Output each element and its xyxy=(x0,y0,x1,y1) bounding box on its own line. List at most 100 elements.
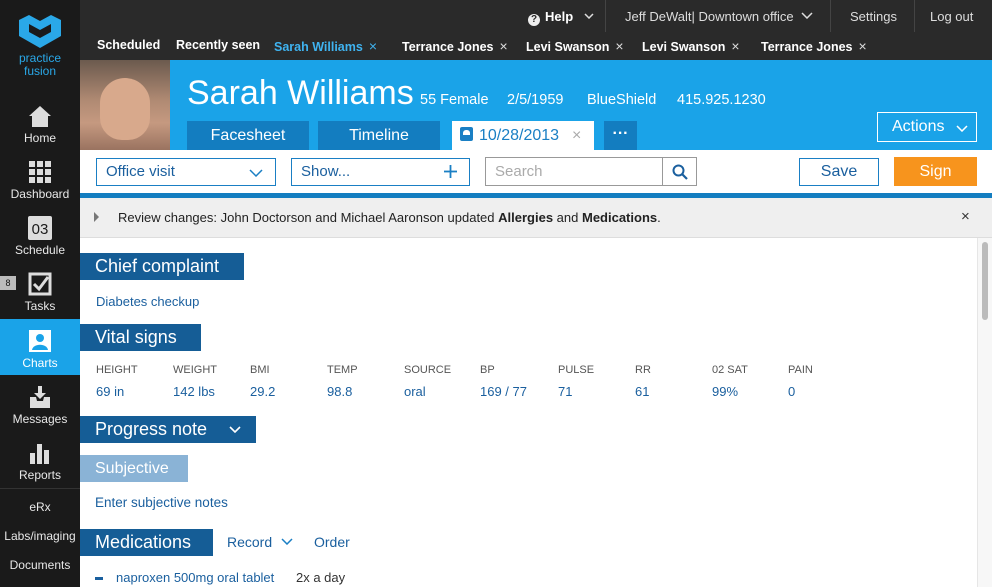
user-office-label: Jeff DeWalt| Downtown office xyxy=(625,9,794,24)
patient-photo xyxy=(80,60,170,150)
medications-header[interactable]: Medications xyxy=(80,529,213,556)
patient-insurance: BlueShield xyxy=(587,92,657,108)
close-icon[interactable]: × xyxy=(615,38,623,54)
order-medication-link[interactable]: Order xyxy=(314,534,350,550)
encounter-toolbar: Office visit Show... Search Save Sign xyxy=(80,150,992,195)
tab-patient-levi-swanson[interactable]: Levi Swanson × xyxy=(526,38,624,54)
close-icon[interactable]: × xyxy=(572,121,581,150)
sign-button[interactable]: Sign xyxy=(894,157,977,186)
tab-encounter[interactable]: 10/28/2013 × xyxy=(452,121,594,150)
vital-value-pain[interactable]: 0 xyxy=(788,384,795,399)
chief-complaint-header[interactable]: Chief complaint xyxy=(80,253,244,280)
tab-recently-seen[interactable]: Recently seen xyxy=(176,38,260,52)
vital-value-height[interactable]: 69 in xyxy=(96,384,124,399)
chevron-down-icon xyxy=(956,125,968,132)
patient-dob: 2/5/1959 xyxy=(507,92,564,108)
patient-header: Sarah Williams 55 Female 2/5/1959 BlueSh… xyxy=(80,60,992,150)
vital-value-bmi[interactable]: 29.2 xyxy=(250,384,275,399)
content-scrollbar[interactable] xyxy=(977,238,992,587)
search-input[interactable]: Search xyxy=(485,157,663,186)
medication-item-name[interactable]: naproxen 500mg oral tablet xyxy=(116,570,274,585)
close-icon[interactable]: × xyxy=(961,208,970,225)
vital-label-o2-sat: 02 SAT xyxy=(712,364,748,376)
bar-chart-icon xyxy=(30,444,49,464)
calendar-day: 03 xyxy=(31,221,49,238)
inbox-icon xyxy=(30,386,50,408)
progress-note-header[interactable]: Progress note xyxy=(80,416,256,443)
nav-messages[interactable]: Messages xyxy=(0,375,80,431)
nav-documents[interactable]: Documents xyxy=(0,558,80,572)
tab-patient-terrance-jones[interactable]: Terrance Jones × xyxy=(402,38,508,54)
tab-scheduled[interactable]: Scheduled xyxy=(97,38,160,52)
scrollbar-thumb[interactable] xyxy=(982,242,988,320)
nav-dashboard[interactable]: Dashboard xyxy=(0,150,80,206)
vital-label-bp: BP xyxy=(480,364,495,376)
search-button[interactable] xyxy=(662,157,697,186)
vital-label-height: HEIGHT xyxy=(96,364,138,376)
patient-calendar-icon xyxy=(460,127,473,141)
nav-labs-imaging[interactable]: Labs/imaging xyxy=(0,529,80,543)
tab-patient-sarah-williams[interactable]: Sarah Williams × xyxy=(274,38,377,54)
nav-home[interactable]: Home xyxy=(0,94,80,150)
topbar-divider xyxy=(830,0,831,32)
vital-label-bmi: BMI xyxy=(250,364,270,376)
actions-dropdown[interactable]: Actions xyxy=(877,112,977,142)
left-nav-rail: practice fusion Home Dashboard 03 Schedu… xyxy=(0,0,80,587)
plus-icon xyxy=(444,165,457,178)
tab-label: Levi Swanson xyxy=(526,40,610,54)
help-label: Help xyxy=(545,9,574,24)
visit-type-value: Office visit xyxy=(106,163,175,180)
nav-reports[interactable]: Reports xyxy=(0,431,80,487)
nav-charts[interactable]: Charts xyxy=(0,319,80,375)
close-icon[interactable]: × xyxy=(731,38,739,54)
vital-label-rr: RR xyxy=(635,364,651,376)
practice-fusion-logo[interactable]: practice fusion xyxy=(0,0,80,90)
tab-patient-terrance-jones-2[interactable]: Terrance Jones × xyxy=(761,38,867,54)
help-icon: ? xyxy=(528,14,540,26)
rail-divider xyxy=(0,488,80,489)
review-prefix: Review changes: John Doctorson and Micha… xyxy=(118,210,499,225)
tab-label: Levi Swanson xyxy=(642,40,726,54)
vital-value-rr[interactable]: 61 xyxy=(635,384,649,399)
subjective-notes-input[interactable]: Enter subjective notes xyxy=(95,495,228,510)
nav-schedule[interactable]: 03 Schedule xyxy=(0,206,80,262)
subjective-header[interactable]: Subjective xyxy=(80,455,188,482)
close-icon[interactable]: × xyxy=(499,38,507,54)
tab-timeline[interactable]: Timeline xyxy=(318,121,440,150)
logo-mark-icon xyxy=(19,15,61,48)
review-item-allergies: Allergies xyxy=(498,210,554,225)
nav-erx[interactable]: eRx xyxy=(0,500,80,514)
nav-tasks[interactable]: Tasks xyxy=(0,262,80,318)
vital-value-pulse[interactable]: 71 xyxy=(558,384,572,399)
vital-label-pulse: PULSE xyxy=(558,364,595,376)
expand-triangle-icon[interactable] xyxy=(94,212,99,222)
vital-value-weight[interactable]: 142 lbs xyxy=(173,384,215,399)
chevron-down-icon xyxy=(249,169,263,177)
visit-type-select[interactable]: Office visit xyxy=(96,158,276,186)
vital-value-bp[interactable]: 169 / 77 xyxy=(480,384,527,399)
vital-value-source[interactable]: oral xyxy=(404,384,426,399)
chief-complaint-value[interactable]: Diabetes checkup xyxy=(96,294,199,309)
tab-patient-levi-swanson-2[interactable]: Levi Swanson × xyxy=(642,38,740,54)
close-icon[interactable]: × xyxy=(369,38,377,54)
tab-label: Terrance Jones xyxy=(761,40,853,54)
nav-messages-label: Messages xyxy=(12,412,68,426)
user-menu[interactable]: Jeff DeWalt| Downtown office xyxy=(625,9,813,24)
settings-link[interactable]: Settings xyxy=(850,9,897,24)
logout-link[interactable]: Log out xyxy=(930,9,973,24)
close-icon[interactable]: × xyxy=(858,38,866,54)
more-tabs-button[interactable]: ··· xyxy=(604,121,637,150)
vital-value-o2-sat[interactable]: 99% xyxy=(712,384,738,399)
save-button[interactable]: Save xyxy=(799,158,879,186)
help-menu[interactable]: ? Help xyxy=(528,9,594,26)
record-label: Record xyxy=(227,534,273,550)
show-select[interactable]: Show... xyxy=(291,158,470,186)
vital-signs-header[interactable]: Vital signs xyxy=(80,324,201,351)
show-label: Show... xyxy=(301,163,351,180)
vital-value-temp[interactable]: 98.8 xyxy=(327,384,352,399)
nav-charts-label: Charts xyxy=(22,356,58,370)
nav-reports-label: Reports xyxy=(18,468,62,482)
record-medication-dropdown[interactable]: Record xyxy=(227,534,293,550)
tab-facesheet[interactable]: Facesheet xyxy=(187,121,309,150)
medication-item-frequency: 2x a day xyxy=(296,570,346,585)
